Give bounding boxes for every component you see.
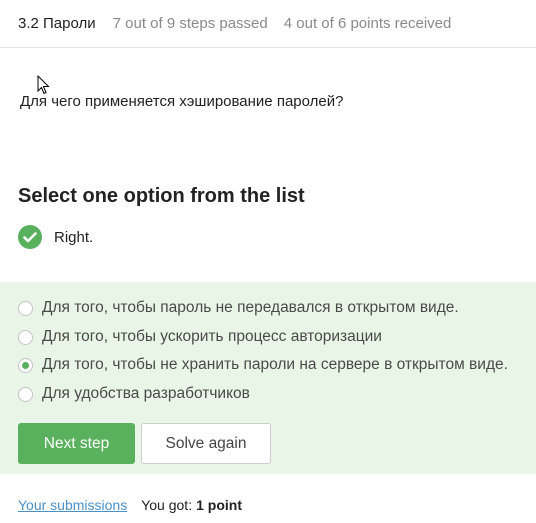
select-heading: Select one option from the list	[18, 185, 305, 207]
points-received: 4 out of 6 points received	[283, 15, 452, 32]
next-step-button[interactable]: Next step	[18, 423, 135, 464]
radio-button[interactable]	[18, 386, 33, 402]
option-label: Для того, чтобы не хранить пароли на сер…	[42, 356, 508, 373]
option-item[interactable]: Для того, чтобы пароль не передавался в …	[18, 299, 459, 317]
option-label: Для того, чтобы ускорить процесс авториз…	[42, 328, 382, 345]
solve-again-button[interactable]: Solve again	[141, 423, 271, 464]
check-icon	[18, 225, 42, 249]
radio-button[interactable]	[18, 300, 33, 316]
option-label: Для удобства разработчиков	[42, 385, 250, 402]
option-item[interactable]: Для того, чтобы ускорить процесс авториз…	[18, 328, 382, 346]
result-row: Right.	[18, 225, 93, 249]
mouse-cursor-icon	[37, 75, 50, 95]
radio-button[interactable]	[18, 329, 33, 345]
option-label: Для того, чтобы пароль не передавался в …	[42, 299, 459, 316]
radio-dot	[22, 361, 29, 369]
footer: Your submissions You got: 1 point	[18, 497, 242, 513]
question-text: Для чего применяется хэширование паролей…	[20, 93, 344, 110]
your-submissions-link[interactable]: Your submissions	[18, 497, 127, 513]
option-item[interactable]: Для того, чтобы не хранить пароли на сер…	[18, 356, 508, 374]
radio-button-selected[interactable]	[18, 357, 33, 373]
steps-progress: 7 out of 9 steps passed	[112, 15, 268, 32]
step-header: 3.2 Пароли 7 out of 9 steps passed 4 out…	[0, 0, 536, 48]
result-text: Right.	[54, 228, 94, 246]
option-item[interactable]: Для удобства разработчиков	[18, 385, 250, 403]
you-got-label: You got:	[141, 497, 193, 513]
lesson-title[interactable]: 3.2 Пароли	[18, 15, 96, 32]
score-value: 1 point	[196, 497, 242, 513]
